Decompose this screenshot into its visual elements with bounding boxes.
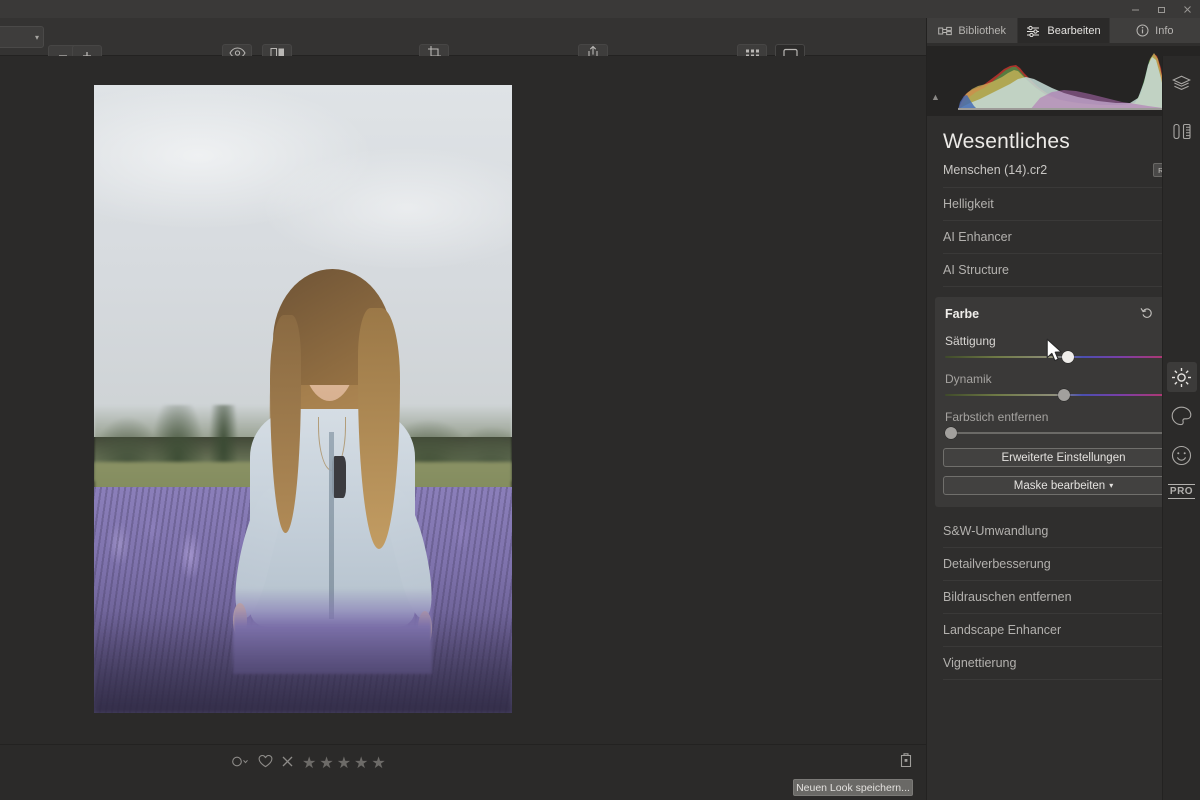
right-panel: Bibliothek Bearbeiten Info ▲ ▲: [926, 18, 1200, 800]
right-icon-rail: PRO: [1162, 56, 1200, 800]
adjustment-row-ai-enhancer-label: AI Enhancer: [943, 230, 1012, 244]
slider-saettigung-handle[interactable]: [1062, 351, 1075, 363]
adjustment-row-sw-umwandlung[interactable]: S&W-Umwandlung: [943, 515, 1184, 548]
adjustment-row-helligkeit[interactable]: Helligkeit: [943, 188, 1184, 221]
zoom-level-dropdown[interactable]: ▾: [0, 26, 44, 48]
delete-button[interactable]: [899, 752, 913, 773]
adjustment-row-vignettierung[interactable]: Vignettierung: [943, 647, 1184, 680]
star-2[interactable]: ★: [319, 753, 334, 773]
section-header: Farbe: [943, 305, 1184, 325]
adjustment-section-farbe: Farbe Sättigung 2: [935, 297, 1192, 507]
adjustment-row-ai-enhancer[interactable]: AI Enhancer: [943, 221, 1184, 254]
slider-farbstich-entfernen: Farbstich entfernen 0: [943, 410, 1184, 439]
adjustment-row-detailverbesserung[interactable]: Detailverbesserung: [943, 548, 1184, 581]
window-restore-button[interactable]: [1148, 0, 1174, 18]
shadow-clipping-warning-icon[interactable]: ▲: [931, 92, 940, 102]
histogram[interactable]: ▲ ▲: [927, 46, 1200, 116]
heart-icon[interactable]: [258, 754, 273, 772]
save-new-look-button[interactable]: Neuen Look speichern...: [793, 779, 913, 796]
star-3[interactable]: ★: [337, 753, 352, 773]
window-minimize-button[interactable]: [1122, 0, 1148, 18]
page-title: Wesentliches: [943, 130, 1070, 153]
color-palette-icon[interactable]: [1167, 401, 1197, 431]
top-toolbar: ▾: [0, 18, 926, 67]
slider-farbstich-entfernen-track[interactable]: [945, 427, 1182, 439]
chevron-down-icon: ▾: [1109, 481, 1114, 490]
star-4[interactable]: ★: [354, 753, 369, 773]
file-info-row: Menschen (14).cr2 RAW: [943, 163, 1184, 188]
slider-dynamik: Dynamik 0: [943, 372, 1184, 401]
photo-preview[interactable]: [94, 85, 512, 713]
tab-info-label: Info: [1155, 24, 1174, 37]
photo-image: [94, 85, 512, 713]
slider-dynamik-handle[interactable]: [1057, 389, 1070, 401]
tab-bibliothek-label: Bibliothek: [958, 24, 1007, 37]
photo-foreground-blur: [94, 612, 512, 713]
tab-bearbeiten[interactable]: Bearbeiten: [1018, 18, 1110, 43]
adjustment-row-ai-structure[interactable]: AI Structure: [943, 254, 1184, 287]
slider-farbstich-entfernen-handle[interactable]: [945, 427, 957, 439]
color-label-dropdown-icon[interactable]: [231, 755, 250, 772]
edit-mask-label: Maske bearbeiten: [1013, 479, 1106, 492]
library-icon: [938, 25, 953, 37]
layers-icon[interactable]: [1167, 68, 1197, 98]
mouse-cursor: [1046, 338, 1064, 369]
rating-controls: ★ ★ ★ ★ ★: [231, 753, 387, 773]
light-sun-icon[interactable]: [1166, 362, 1197, 392]
star-1[interactable]: ★: [302, 753, 317, 773]
adjustment-row-bildrauschen-entfernen-label: Bildrauschen entfernen: [943, 590, 1072, 604]
portrait-face-icon[interactable]: [1167, 440, 1197, 470]
window-close-button[interactable]: [1174, 0, 1200, 18]
window-title-bar: [0, 0, 1200, 18]
advanced-settings-button[interactable]: Erweiterte Einstellungen: [943, 448, 1184, 467]
chevron-down-icon: ▾: [34, 32, 39, 42]
adjustment-row-ai-structure-label: AI Structure: [943, 263, 1009, 277]
star-5[interactable]: ★: [371, 753, 386, 773]
trash-icon: [899, 753, 913, 772]
slider-dynamik-track[interactable]: [945, 389, 1182, 401]
panel-body: Wesentliches Menschen (14).cr2 RAW Helli…: [927, 130, 1200, 680]
adjustment-row-bildrauschen-entfernen[interactable]: Bildrauschen entfernen: [943, 581, 1184, 614]
section-title-farbe: Farbe: [945, 307, 980, 321]
tools-icon[interactable]: [1167, 116, 1197, 146]
photo-woman: [225, 261, 442, 674]
slider-dynamik-label: Dynamik: [945, 372, 992, 386]
reset-arrow-icon[interactable]: [1140, 305, 1153, 323]
edit-mask-button[interactable]: Maske bearbeiten ▾: [943, 476, 1184, 495]
slider-farbstich-entfernen-label: Farbstich entfernen: [945, 410, 1049, 424]
reject-x-icon[interactable]: [281, 755, 294, 772]
info-icon: [1136, 24, 1149, 37]
file-name: Menschen (14).cr2: [943, 163, 1048, 177]
tab-bearbeiten-label: Bearbeiten: [1047, 24, 1101, 37]
panel-tabs: Bibliothek Bearbeiten Info: [927, 18, 1200, 43]
image-canvas[interactable]: [0, 56, 926, 744]
star-rating[interactable]: ★ ★ ★ ★ ★: [302, 753, 387, 773]
bottom-bar: ★ ★ ★ ★ ★: [0, 744, 926, 800]
adjustment-row-vignettierung-label: Vignettierung: [943, 656, 1017, 670]
sliders-icon: [1026, 25, 1041, 37]
tab-info[interactable]: Info: [1110, 18, 1200, 43]
adjustment-row-landscape-enhancer[interactable]: Landscape Enhancer: [943, 614, 1184, 647]
histogram-plot: [957, 46, 1170, 110]
adjustment-row-landscape-enhancer-label: Landscape Enhancer: [943, 623, 1062, 637]
advanced-settings-label: Erweiterte Einstellungen: [1001, 451, 1126, 464]
pro-badge: PRO: [1167, 484, 1196, 499]
adjustment-row-sw-umwandlung-label: S&W-Umwandlung: [943, 524, 1049, 538]
slider-saettigung-label: Sättigung: [945, 334, 996, 348]
adjustment-row-helligkeit-label: Helligkeit: [943, 197, 994, 211]
adjustment-row-detailverbesserung-label: Detailverbesserung: [943, 557, 1051, 571]
tab-bibliothek[interactable]: Bibliothek: [927, 18, 1019, 43]
